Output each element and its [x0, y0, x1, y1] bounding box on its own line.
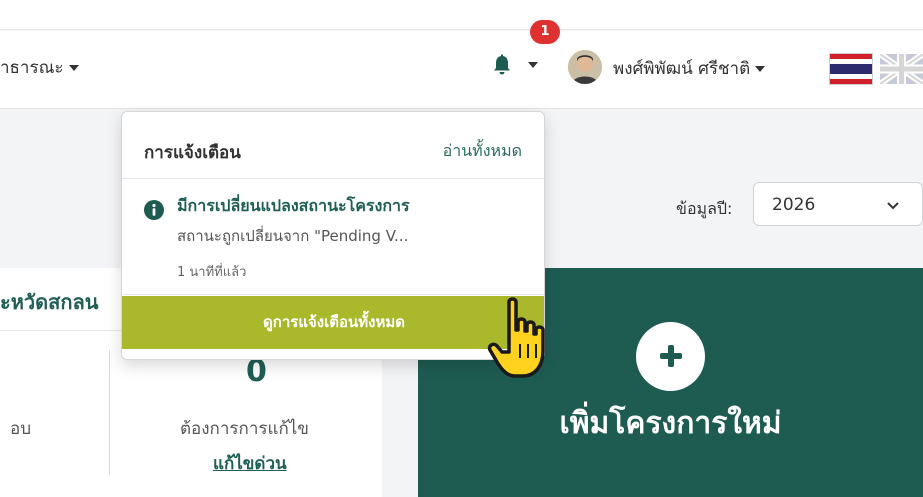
chevron-down-icon	[887, 202, 899, 210]
stat-left-label: อบ	[10, 419, 32, 439]
bell-caret-icon[interactable]	[528, 62, 538, 68]
navbar	[0, 31, 923, 109]
notification-item-time: 1 นาทีที่แล้ว	[177, 265, 247, 280]
notification-dropdown-title: การแจ้งเตือน	[144, 143, 241, 163]
thai-flag-icon[interactable]	[830, 54, 872, 84]
view-all-notifications-button[interactable]: ดูการแจ้งเตือนทั้งหมด	[122, 296, 544, 349]
dropdown-divider	[122, 178, 544, 179]
add-project-label[interactable]: เพิ่มโครงการใหม่	[418, 400, 923, 447]
year-filter-label: ข้อมูลปี:	[676, 199, 733, 218]
notification-count-badge: 1	[530, 20, 560, 44]
caret-down-icon	[68, 65, 79, 71]
uk-flag-icon[interactable]	[880, 54, 923, 84]
notification-item-description: สถานะถูกเปลี่ยนจาก "Pending V...	[177, 227, 409, 245]
stat-divider	[109, 350, 110, 475]
public-menu[interactable]: าธารณะ	[0, 54, 79, 81]
read-all-link[interactable]: อ่านทั้งหมด	[443, 139, 522, 164]
user-menu[interactable]: พงศ์พิพัฒน์ ศรีชาติ	[613, 55, 766, 82]
hand-cursor-icon	[487, 297, 545, 378]
plus-icon-bar	[668, 345, 674, 367]
user-name: พงศ์พิพัฒน์ ศรีชาติ	[613, 59, 751, 79]
year-select-value: 2026	[772, 195, 816, 215]
public-menu-label: าธารณะ	[0, 58, 64, 78]
avatar[interactable]	[568, 50, 602, 84]
urgent-fix-link[interactable]: แก้ไขด่วน	[213, 450, 287, 477]
bell-icon[interactable]	[491, 54, 513, 76]
caret-down-icon	[755, 66, 766, 72]
notification-dropdown: การแจ้งเตือน อ่านทั้งหมด มีการเปลี่ยนแปล…	[121, 111, 545, 360]
notification-item-title[interactable]: มีการเปลี่ยนแปลงสถานะโครงการ	[177, 194, 410, 219]
province-card-title: ะหวัดสกลน	[0, 290, 99, 314]
top-strip	[0, 0, 923, 30]
year-select[interactable]: 2026	[753, 182, 923, 226]
info-icon	[144, 200, 164, 220]
dropdown-divider	[122, 294, 544, 295]
needs-revision-label: ต้องการการแก้ไข	[180, 419, 309, 439]
